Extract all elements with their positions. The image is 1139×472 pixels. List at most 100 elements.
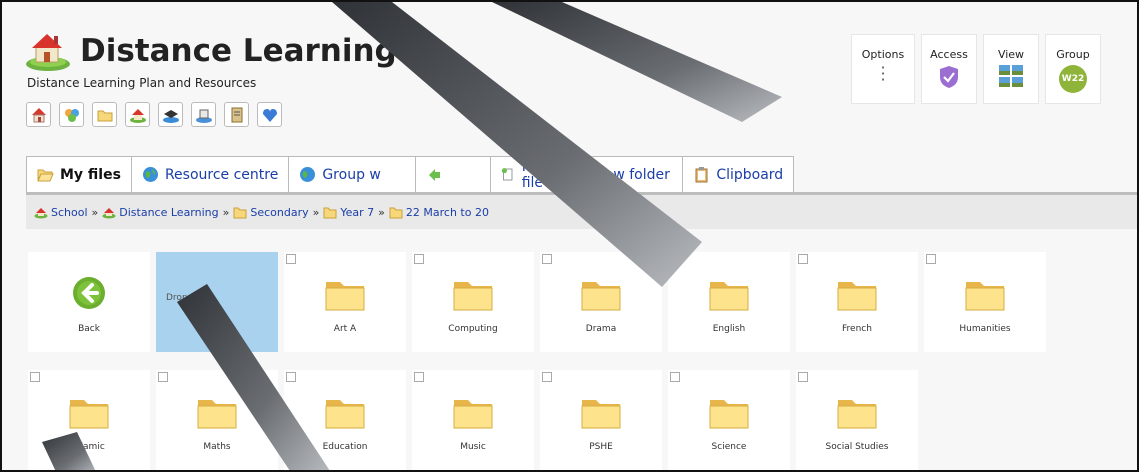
school-house-logo-icon: [26, 34, 70, 71]
group-label: Group: [1056, 48, 1090, 61]
view-label: View: [997, 48, 1025, 61]
graduation-cap-icon[interactable]: [158, 102, 183, 127]
folder-icon: [709, 400, 749, 429]
breadcrumb: School » Distance Learning » Secondary »…: [26, 195, 1137, 229]
drop-zone[interactable]: Drop fil: [156, 252, 278, 352]
tab-label: w folder: [613, 166, 670, 183]
folder-icon: [965, 282, 1005, 311]
page-header: Distance Learning Distance Learning Plan…: [2, 2, 1137, 142]
notebook-icon[interactable]: [224, 102, 249, 127]
folder-icon: [325, 282, 365, 311]
globe-icon: [142, 167, 158, 182]
select-checkbox[interactable]: [670, 254, 680, 264]
select-checkbox[interactable]: [30, 372, 40, 382]
heart-shield-icon[interactable]: [257, 102, 282, 127]
folder-tile[interactable]: French: [796, 252, 918, 352]
folder-icon: [389, 207, 403, 218]
folder-tile[interactable]: Maths: [156, 370, 278, 470]
select-checkbox[interactable]: [158, 372, 168, 382]
folder-icon: [197, 400, 237, 429]
page-title: Distance Learning: [80, 33, 397, 69]
folder-icon: [453, 400, 493, 429]
tile-label: Back: [78, 324, 100, 334]
tab-label: Group w: [322, 166, 381, 183]
folder-tile[interactable]: English: [668, 252, 790, 352]
view-button[interactable]: View: [983, 34, 1039, 104]
tile-label: Maths: [203, 442, 231, 452]
tile-label: English: [712, 324, 746, 334]
tab-resource-centre[interactable]: Resource centre: [130, 156, 290, 192]
shield-check-icon: [940, 66, 958, 88]
folder-tile[interactable]: Computing: [412, 252, 534, 352]
group-badge: W22: [1059, 65, 1087, 93]
folder-tile[interactable]: Social Studies: [796, 370, 918, 470]
tab-new-file[interactable]: New file: [490, 156, 581, 192]
tile-label: Education: [322, 442, 368, 452]
tab-clipboard[interactable]: Clipboard: [682, 156, 795, 192]
quick-icons-bar: [26, 102, 282, 127]
breadcrumb-item-current[interactable]: 22 March to 20: [389, 206, 489, 219]
tab-new-folder[interactable]: w folder: [579, 156, 684, 192]
select-checkbox[interactable]: [414, 372, 424, 382]
select-checkbox[interactable]: [670, 372, 680, 382]
select-checkbox[interactable]: [286, 372, 296, 382]
folder-icon: [323, 207, 337, 218]
tab-my-files[interactable]: My files: [26, 156, 132, 192]
tile-label: French: [842, 324, 872, 334]
folder-tile[interactable]: Science: [668, 370, 790, 470]
breadcrumb-item-secondary[interactable]: Secondary: [233, 206, 309, 219]
home-icon[interactable]: [26, 102, 51, 127]
folder-icon: [453, 282, 493, 311]
globe-icon: [300, 167, 316, 182]
folder-tile[interactable]: Art A: [284, 252, 406, 352]
tab-group-w[interactable]: Group w: [288, 156, 417, 192]
select-checkbox[interactable]: [542, 254, 552, 264]
select-checkbox[interactable]: [286, 254, 296, 264]
new-file-icon: [502, 168, 513, 181]
breadcrumb-item-distance-learning[interactable]: Distance Learning: [102, 206, 219, 219]
tab-unknown[interactable]: [415, 156, 492, 192]
breadcrumb-item-year-7[interactable]: Year 7: [323, 206, 374, 219]
select-checkbox[interactable]: [542, 372, 552, 382]
options-button[interactable]: Options · · ·: [851, 34, 915, 104]
breadcrumb-label: 22 March to 20: [405, 205, 489, 219]
tab-label: Clipboard: [716, 166, 784, 183]
select-checkbox[interactable]: [414, 254, 424, 264]
folder-tile[interactable]: Humanities: [924, 252, 1046, 352]
tab-label: Resource centre: [164, 166, 279, 183]
folder-icon: [69, 400, 109, 429]
breadcrumb-item-school[interactable]: School: [34, 206, 88, 219]
tab-bar: My files Resource centre Group w New fil…: [26, 156, 795, 192]
folder-icon: [233, 207, 247, 218]
folder-icon: [837, 400, 877, 429]
kebab-menu-icon: · · ·: [880, 58, 886, 89]
arrow-icon: [429, 169, 441, 181]
back-arrow-icon: [73, 277, 105, 309]
folder-icon: [581, 400, 621, 429]
tile-label: Art A: [333, 324, 357, 334]
group-button[interactable]: Group W22: [1045, 34, 1101, 104]
tile-label: Drama: [585, 324, 617, 334]
access-button[interactable]: Access: [921, 34, 977, 104]
palette-icon[interactable]: [59, 102, 84, 127]
folder-tile[interactable]: Islamic: [28, 370, 150, 470]
access-label: Access: [930, 48, 968, 61]
folder-icon: [581, 282, 621, 311]
select-checkbox[interactable]: [926, 254, 936, 264]
folder-tile[interactable]: Music: [412, 370, 534, 470]
folder-tile[interactable]: Drama: [540, 252, 662, 352]
clipboard-icon: [695, 167, 708, 183]
school-icon[interactable]: [125, 102, 150, 127]
tile-label: Islamic: [73, 442, 105, 452]
folder-tile[interactable]: Education: [284, 370, 406, 470]
tile-label: Social Studies: [825, 442, 889, 452]
select-checkbox[interactable]: [798, 372, 808, 382]
folder-icon[interactable]: [92, 102, 117, 127]
book-icon[interactable]: [191, 102, 216, 127]
thumbnail-grid-icon: [999, 65, 1023, 87]
folder-tile[interactable]: PSHE: [540, 370, 662, 470]
tile-label: Music: [460, 442, 486, 452]
folder-icon: [709, 282, 749, 311]
back-tile[interactable]: Back: [28, 252, 150, 352]
select-checkbox[interactable]: [798, 254, 808, 264]
